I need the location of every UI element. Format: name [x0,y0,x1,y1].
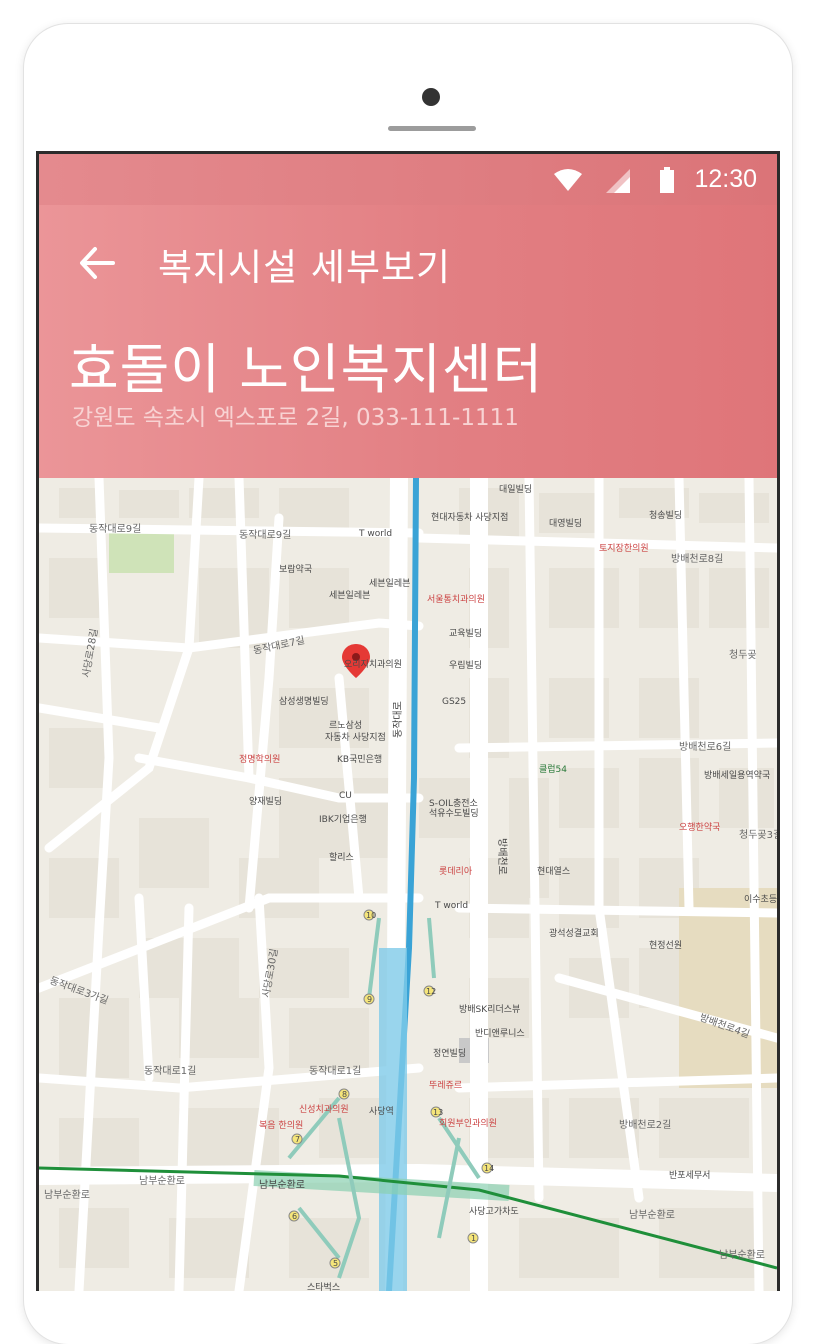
front-camera [422,88,440,106]
battery-icon [660,167,674,193]
svg-text:토지장한의원: 토지장한의원 [599,543,649,554]
svg-text:교육빌딩: 교육빌딩 [449,628,482,639]
svg-text:우림빌딩: 우림빌딩 [449,659,482,671]
svg-text:1: 1 [471,1234,476,1243]
svg-text:세븐일레븐: 세븐일레븐 [369,578,410,589]
app-bar: 복지시설 세부보기 효돌이 노인복지센터 강원도 속초시 엑스포로 2길, 03… [39,205,777,478]
svg-text:12: 12 [426,987,436,996]
svg-text:대영빌딩: 대영빌딩 [549,518,582,529]
svg-text:신성치과의원: 신성치과의원 [299,1103,349,1115]
svg-text:뚜레쥬르: 뚜레쥬르 [429,1080,462,1091]
map-view[interactable]: 동작대로9길 동작대로9길 동작대로7길 동작대로3가길 동작대로1길 동작대로… [39,478,777,1291]
svg-text:동작대로9길: 동작대로9길 [89,522,141,535]
page-title: 복지시설 세부보기 [158,246,452,289]
svg-text:현정선원: 현정선원 [649,940,682,951]
earpiece-speaker [388,126,476,131]
signal-icon [606,169,630,193]
arrow-left-icon[interactable] [77,243,117,283]
svg-text:스타벅스: 스타벅스 [307,1282,340,1291]
svg-text:동작대로9길: 동작대로9길 [239,528,291,541]
svg-text:서울통치과의원: 서울통치과의원 [427,593,485,605]
svg-text:방배SK리더스뷰: 방배SK리더스뷰 [459,1004,520,1015]
svg-text:남부순환로: 남부순환로 [44,1189,90,1201]
svg-text:광석성결교회: 광석성결교회 [549,927,599,939]
svg-text:GS25: GS25 [442,697,466,707]
svg-text:할리스: 할리스 [329,852,354,863]
svg-text:6: 6 [292,1212,297,1221]
svg-text:IBK기업은행: IBK기업은행 [319,813,367,825]
svg-text:방배천로6길: 방배천로6길 [679,740,731,753]
svg-text:사당역: 사당역 [369,1106,394,1117]
marker-label: 오리지치과의원 [344,658,402,670]
status-bar: 12:30 [39,154,777,205]
svg-text:동작대로1길: 동작대로1길 [309,1064,361,1077]
svg-text:CU: CU [339,791,352,801]
svg-text:오행한약국: 오행한약국 [679,821,720,833]
svg-text:남부순환로: 남부순환로 [139,1175,185,1187]
svg-text:T world: T world [358,529,392,539]
svg-text:청두곶: 청두곶 [729,649,757,661]
svg-text:세븐일레븐: 세븐일레븐 [329,590,370,601]
svg-text:르노삼성: 르노삼성 [329,720,362,731]
map-canvas[interactable]: 동작대로9길 동작대로9길 동작대로7길 동작대로3가길 동작대로1길 동작대로… [39,478,777,1291]
svg-text:석유수도빌딩: 석유수도빌딩 [429,808,479,819]
facility-address: 강원도 속초시 엑스포로 2길, 033-111-1111 [72,405,519,431]
svg-text:정연빌딩: 정연빌딩 [433,1048,466,1059]
svg-text:삼성생명빌딩: 삼성생명빌딩 [279,696,329,707]
svg-text:현대열스: 현대열스 [537,866,570,877]
svg-text:자동차 사당지점: 자동차 사당지점 [325,731,386,743]
svg-text:현대자동차 사당지점: 현대자동차 사당지점 [431,511,508,523]
svg-text:동작대로1길: 동작대로1길 [144,1064,196,1077]
svg-text:남부순환로: 남부순환로 [629,1209,675,1221]
svg-text:방배천로: 방배천로 [496,838,508,875]
svg-text:8: 8 [342,1090,347,1099]
svg-text:복음 한의원: 복음 한의원 [259,1120,303,1131]
svg-text:반디앤루니스: 반디앤루니스 [475,1028,525,1039]
svg-text:KB국민은행: KB국민은행 [337,753,382,765]
svg-text:회원부인과의원: 회원부인과의원 [439,1118,497,1129]
svg-text:S-OIL충전소: S-OIL충전소 [429,798,478,809]
svg-text:이수초등학교: 이수초등학교 [744,894,777,905]
svg-text:T world: T world [434,901,468,911]
svg-text:클럽54: 클럽54 [539,764,567,775]
svg-text:9: 9 [367,995,372,1004]
svg-text:청두곶3길: 청두곶3길 [739,828,777,841]
svg-text:롯데리아: 롯데리아 [439,866,473,877]
svg-text:정명학의원: 정명학의원 [239,754,280,765]
svg-text:사당고가차도: 사당고가차도 [469,1205,519,1217]
svg-text:방배천로2길: 방배천로2길 [619,1118,671,1131]
svg-text:동작대로: 동작대로 [392,701,404,738]
svg-text:보람약국: 보람약국 [279,563,312,575]
svg-text:반포세무서: 반포세무서 [669,1170,710,1181]
svg-text:청송빌딩: 청송빌딩 [649,510,682,521]
svg-text:남부순환로: 남부순환로 [259,1179,305,1191]
svg-text:남부순환로: 남부순환로 [719,1249,765,1261]
svg-text:방배세일용역약국: 방배세일용역약국 [704,769,770,781]
svg-text:13: 13 [433,1108,443,1117]
svg-text:10: 10 [366,911,376,920]
svg-text:7: 7 [295,1135,300,1144]
wifi-icon [554,169,582,191]
svg-text:5: 5 [333,1259,338,1268]
facility-name: 효돌이 노인복지센터 [69,338,544,401]
status-time: 12:30 [694,165,757,193]
svg-text:14: 14 [484,1164,494,1173]
svg-text:방배천로8길: 방배천로8길 [671,552,723,565]
phone-screen: 12:30 복지시설 세부보기 효돌이 노인복지센터 강원도 속초시 엑스포로 … [36,151,780,1291]
svg-text:양재빌딩: 양재빌딩 [249,796,282,807]
svg-text:대일빌딩: 대일빌딩 [499,484,532,495]
